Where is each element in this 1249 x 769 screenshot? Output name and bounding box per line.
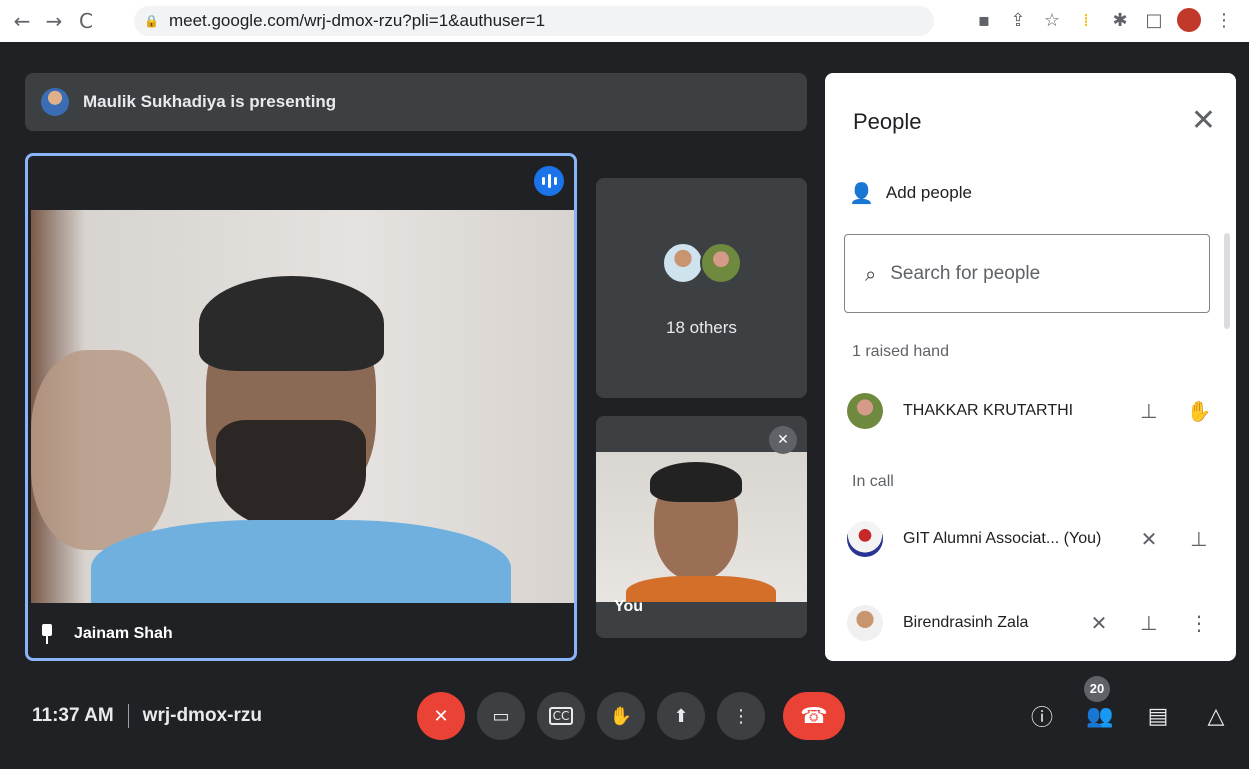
profile-avatar[interactable] xyxy=(1177,8,1201,32)
browser-toolbar: ← → C 🔒 meet.google.com/wrj-dmox-rzu?pli… xyxy=(0,0,1249,42)
star-icon[interactable]: ☆ xyxy=(1041,10,1063,31)
in-call-header: In call xyxy=(852,473,894,490)
scrollbar[interactable] xyxy=(1224,233,1230,329)
search-icon: ⌕ xyxy=(865,261,877,286)
presenter-avatar xyxy=(41,88,69,116)
add-person-icon: 👤 xyxy=(849,181,874,205)
search-box[interactable]: ⌕ xyxy=(844,234,1210,313)
bottom-control-bar: 11:37 AM wrj-dmox-rzu ✕ ▭ CC ✋ ⬆ ⋮ ☎ ⓘ 2… xyxy=(0,664,1249,769)
kebab-menu-icon[interactable]: ⋮ xyxy=(1213,10,1235,31)
pin-icon[interactable] xyxy=(40,624,54,644)
person-beard xyxy=(216,420,366,530)
extensions-icon[interactable]: ✱ xyxy=(1109,10,1131,31)
other-avatar xyxy=(700,242,742,284)
chat-icon: ▤ xyxy=(1147,703,1169,729)
participant-name: Birendrasinh Zala xyxy=(903,614,1029,631)
add-people-label: Add people xyxy=(885,183,972,202)
clock-time: 11:37 AM xyxy=(32,705,114,726)
camera-toggle-button[interactable]: ▭ xyxy=(477,692,525,740)
side-controls: ⓘ 20 👥 ▤ △ xyxy=(1024,676,1234,740)
camera-icon[interactable]: ▪ xyxy=(973,10,995,31)
add-people-button[interactable]: 👤 Add people xyxy=(849,181,972,205)
present-button[interactable]: ⬆ xyxy=(657,692,705,740)
others-label: 18 others xyxy=(666,318,737,337)
reload-icon[interactable]: C xyxy=(72,9,100,33)
presenter-text: Maulik Sukhadiya is presenting xyxy=(83,92,337,111)
present-screen-icon: ⬆ xyxy=(673,705,689,727)
captions-button[interactable]: CC xyxy=(537,692,585,740)
call-controls: ✕ ▭ CC ✋ ⬆ ⋮ ☎ xyxy=(417,692,845,740)
pin-icon[interactable]: ⊥ xyxy=(1131,611,1167,635)
address-bar[interactable]: 🔒 meet.google.com/wrj-dmox-rzu?pli=1&aut… xyxy=(134,6,934,36)
url-text: meet.google.com/wrj-dmox-rzu?pli=1&authu… xyxy=(168,11,546,30)
close-icon[interactable]: ✕ xyxy=(1191,103,1216,138)
mic-off-icon: ✕ xyxy=(769,426,797,454)
apps-icon[interactable]: ⁞ xyxy=(1075,10,1097,31)
mic-off-icon: ✕ xyxy=(433,705,449,727)
avatar xyxy=(847,605,883,641)
hang-up-icon: ☎ xyxy=(800,703,828,729)
camera-icon: ▭ xyxy=(492,705,510,727)
mic-off-icon[interactable]: ✕ xyxy=(1081,611,1117,635)
people-panel: People ✕ 👤 Add people ⌕ 1 raised hand TH… xyxy=(825,73,1236,661)
participant-name: THAKKAR KRUTARTHI xyxy=(903,402,1074,419)
avatar xyxy=(847,393,883,429)
mic-off-icon[interactable]: ✕ xyxy=(1131,527,1167,551)
self-hair xyxy=(650,462,742,502)
meeting-code: wrj-dmox-rzu xyxy=(142,705,262,726)
sidepanel-icon[interactable]: □ xyxy=(1143,10,1165,31)
hand-blur xyxy=(31,350,171,550)
presenting-banner: Maulik Sukhadiya is presenting xyxy=(25,73,807,131)
chat-button[interactable]: ▤ xyxy=(1140,692,1176,740)
self-video-tile[interactable]: ✕ You xyxy=(596,416,807,638)
participant-count-badge: 20 xyxy=(1084,676,1110,702)
more-options-icon[interactable]: ⋮ xyxy=(1181,611,1217,635)
self-video-feed xyxy=(596,452,807,602)
activities-button[interactable]: △ xyxy=(1198,692,1234,740)
person-hair xyxy=(199,276,384,371)
people-icon: 👥 xyxy=(1086,703,1114,729)
captions-icon: CC xyxy=(548,707,574,725)
list-item[interactable]: THAKKAR KRUTARTHI ⊥ ✋ xyxy=(847,385,1217,437)
participant-name: Jainam Shah xyxy=(74,625,173,642)
avatar xyxy=(847,521,883,557)
pin-icon[interactable]: ⊥ xyxy=(1181,527,1217,551)
person-shirt xyxy=(91,520,511,603)
participant-name: GIT Alumni Associat... (You) xyxy=(903,530,1102,547)
self-label: You xyxy=(614,598,644,615)
list-item[interactable]: Birendrasinh Zala ✕ ⊥ ⋮ xyxy=(847,597,1217,649)
info-icon: ⓘ xyxy=(1030,706,1053,731)
lock-icon: 🔒 xyxy=(144,14,159,28)
main-video-tile[interactable]: Jainam Shah xyxy=(25,153,577,661)
meeting-details-button[interactable]: ⓘ xyxy=(1024,692,1060,740)
leave-call-button[interactable]: ☎ xyxy=(783,692,845,740)
extension-area: ▪ ⇪ ☆ ⁞ ✱ □ ⋮ xyxy=(973,8,1235,32)
more-options-button[interactable]: ⋮ xyxy=(717,692,765,740)
pin-icon[interactable]: ⊥ xyxy=(1131,399,1167,423)
other-avatar xyxy=(662,242,704,284)
panel-title: People xyxy=(853,109,922,134)
share-icon[interactable]: ⇪ xyxy=(1007,10,1029,31)
more-options-icon: ⋮ xyxy=(732,705,750,727)
raised-hand-header: 1 raised hand xyxy=(852,343,949,360)
self-shirt xyxy=(626,576,776,602)
nav-buttons: ← → C xyxy=(8,9,100,33)
hand-icon: ✋ xyxy=(609,705,633,727)
people-button[interactable]: 20 👥 xyxy=(1082,676,1118,740)
divider xyxy=(127,704,129,728)
speaking-indicator-icon xyxy=(534,166,564,196)
main-tile-name: Jainam Shah xyxy=(40,624,173,644)
activities-icon: △ xyxy=(1207,703,1225,729)
back-icon[interactable]: ← xyxy=(8,9,36,33)
others-tile[interactable]: 18 others xyxy=(596,178,807,398)
raised-hand-icon[interactable]: ✋ xyxy=(1181,399,1217,423)
main-video-feed xyxy=(31,210,574,603)
forward-icon[interactable]: → xyxy=(40,9,68,33)
raise-hand-button[interactable]: ✋ xyxy=(597,692,645,740)
search-input[interactable] xyxy=(890,262,1171,285)
list-item[interactable]: GIT Alumni Associat... (You) ✕ ⊥ xyxy=(847,513,1217,565)
meeting-info: 11:37 AM wrj-dmox-rzu xyxy=(32,704,262,728)
mic-toggle-button[interactable]: ✕ xyxy=(417,692,465,740)
meet-stage: Maulik Sukhadiya is presenting Jainam Sh… xyxy=(0,42,1249,769)
